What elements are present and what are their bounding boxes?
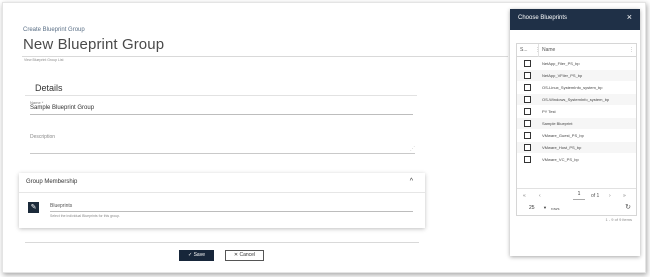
- table-row[interactable]: OS-Windows_SystemInfo_system_bp: [517, 94, 636, 105]
- page-size-select[interactable]: 25: [529, 205, 535, 211]
- table-row[interactable]: NetApp_Filer_PS_bp: [517, 58, 636, 69]
- column-menu-icon[interactable]: ⋮: [629, 47, 634, 53]
- column-separator: [538, 44, 539, 57]
- blueprint-name: VMware_VC_PS_bp: [542, 157, 579, 162]
- table-row[interactable]: VMware_Guest_PS_bp: [517, 130, 636, 141]
- blueprint-name: OS-Linux_SystemInfo_system_bp: [542, 85, 603, 90]
- choose-blueprints-panel: Choose Blueprints × S... ⋮ Name ⋮ NetApp…: [510, 9, 640, 256]
- cancel-label: Cancel: [239, 252, 256, 258]
- description-field[interactable]: ⋰: [30, 140, 415, 154]
- table-row[interactable]: PY Test: [517, 106, 636, 117]
- grid-header: S... ⋮ Name ⋮: [517, 44, 636, 57]
- last-page-icon[interactable]: »: [623, 193, 626, 199]
- row-checkbox[interactable]: [524, 84, 531, 91]
- chevron-up-icon[interactable]: ^: [410, 178, 413, 185]
- row-checkbox[interactable]: [524, 120, 531, 127]
- group-membership-card: Group Membership ^ ✎ Blueprints Select t…: [19, 173, 425, 228]
- page-pretitle: Create Blueprint Group: [23, 27, 85, 33]
- save-label: Save: [193, 252, 205, 258]
- blueprint-name: Sample Blueprint: [542, 121, 573, 126]
- resize-grip-icon[interactable]: ⋰: [410, 147, 415, 152]
- cancel-button[interactable]: ✕ Cancel: [225, 250, 264, 261]
- group-membership-title: Group Membership: [26, 179, 78, 185]
- blueprint-name: VMware_Host_PS_bp: [542, 145, 582, 150]
- refresh-icon[interactable]: ↻: [625, 204, 631, 211]
- blueprints-field[interactable]: [50, 211, 413, 212]
- membership-divider: [19, 192, 425, 193]
- details-heading: Details: [35, 83, 63, 93]
- table-row[interactable]: Sample Blueprint: [517, 118, 636, 129]
- caret-down-icon[interactable]: ▼: [543, 205, 547, 210]
- pager-divider: [517, 188, 636, 189]
- save-button[interactable]: ✓ Save: [179, 250, 214, 261]
- row-checkbox[interactable]: [524, 72, 531, 79]
- row-checkbox[interactable]: [524, 108, 531, 115]
- blueprints-help-text: Select the individual Blueprints for thi…: [50, 214, 121, 218]
- items-count: 1 - 9 of 9 items: [605, 217, 632, 222]
- check-icon: ✓: [188, 252, 193, 258]
- page-total: of 1: [591, 193, 600, 199]
- select-column-header[interactable]: S...: [520, 47, 528, 53]
- close-icon[interactable]: ×: [627, 13, 632, 22]
- name-field[interactable]: Sample Blueprint Group: [30, 105, 94, 111]
- page-size-label: rows: [551, 206, 560, 211]
- blueprint-name: VMware_Guest_PS_bp: [542, 133, 584, 138]
- x-icon: ✕: [233, 252, 239, 258]
- details-divider: [25, 95, 417, 96]
- next-page-icon[interactable]: ›: [609, 193, 611, 199]
- row-checkbox[interactable]: [524, 156, 531, 163]
- name-field-underline: [30, 114, 413, 115]
- actions-divider: [25, 242, 419, 243]
- title-divider: [22, 56, 508, 57]
- blueprints-field-label: Blueprints: [50, 203, 73, 209]
- blueprint-name: NetApp_Filer_PS_bp: [542, 61, 580, 66]
- name-column-header[interactable]: Name: [542, 47, 555, 53]
- row-checkbox[interactable]: [524, 60, 531, 67]
- first-page-icon[interactable]: «: [523, 193, 526, 199]
- breadcrumb[interactable]: View Blueprint Group List: [24, 58, 63, 62]
- table-row[interactable]: VMware_Host_PS_bp: [517, 142, 636, 153]
- blueprint-name: PY Test: [542, 109, 556, 114]
- table-row[interactable]: OS-Linux_SystemInfo_system_bp: [517, 82, 636, 93]
- blueprints-grid: S... ⋮ Name ⋮ NetApp_Filer_PS_bp NetApp_V…: [516, 43, 637, 222]
- table-row[interactable]: NetApp_VFiler_PS_bp: [517, 70, 636, 81]
- pencil-icon: ✎: [30, 204, 37, 211]
- row-checkbox[interactable]: [524, 144, 531, 151]
- panel-header: Choose Blueprints ×: [510, 9, 640, 30]
- row-checkbox[interactable]: [524, 132, 531, 139]
- panel-title: Choose Blueprints: [518, 15, 568, 21]
- page-number-input[interactable]: 1: [573, 190, 585, 200]
- table-row[interactable]: VMware_VC_PS_bp: [517, 154, 636, 165]
- blueprint-name: NetApp_VFiler_PS_bp: [542, 73, 583, 78]
- prev-page-icon[interactable]: ‹: [539, 193, 541, 199]
- blueprint-name: OS-Windows_SystemInfo_system_bp: [542, 97, 610, 102]
- row-checkbox[interactable]: [524, 96, 531, 103]
- page-title: New Blueprint Group: [23, 36, 165, 53]
- edit-blueprints-button[interactable]: ✎: [28, 202, 39, 213]
